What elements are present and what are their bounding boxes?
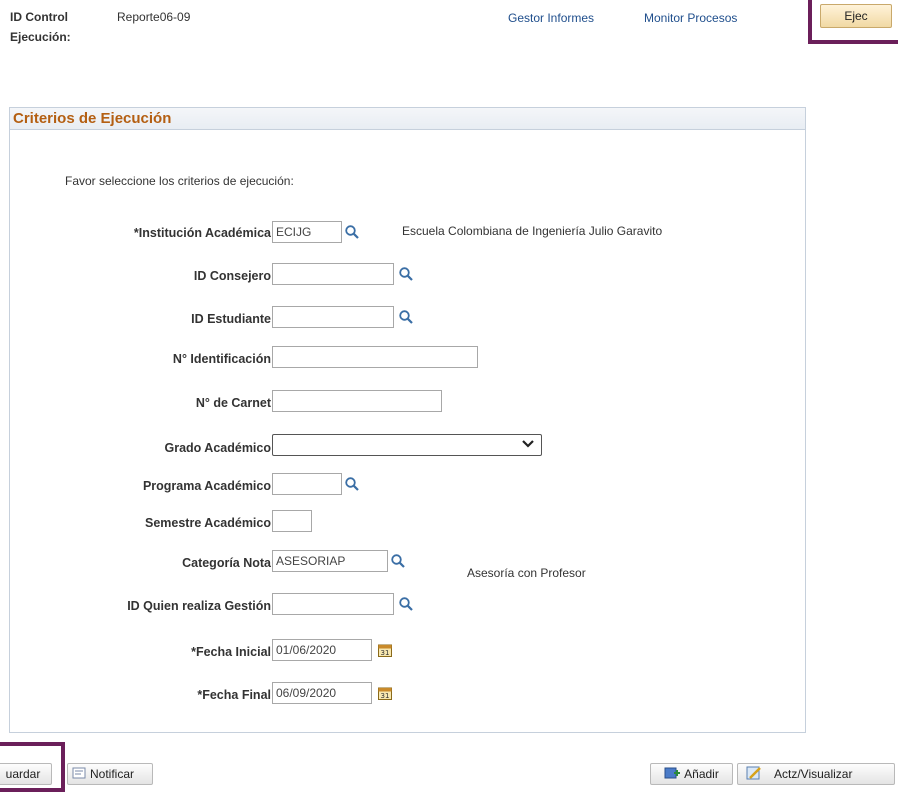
institution-label: *Institución Académica xyxy=(133,226,271,240)
add-icon xyxy=(664,766,681,783)
note-category-lookup-icon[interactable] xyxy=(389,552,407,570)
notify-button[interactable]: Notificar xyxy=(67,763,153,785)
run-control-value: Reporte06-09 xyxy=(117,10,191,24)
add-button[interactable]: Añadir xyxy=(650,763,733,785)
edit-icon xyxy=(746,765,762,784)
academic-program-input[interactable] xyxy=(272,473,342,495)
operator-id-label: ID Quien realiza Gestión xyxy=(127,599,271,613)
operator-id-lookup-icon[interactable] xyxy=(397,595,415,613)
term-input[interactable] xyxy=(272,510,312,532)
card-number-label: N° de Carnet xyxy=(195,396,271,410)
card-number-input[interactable] xyxy=(272,390,442,412)
institution-description: Escuela Colombiana de Ingeniería Julio G… xyxy=(402,224,663,238)
end-date-input[interactable] xyxy=(272,682,372,704)
academic-program-lookup-icon[interactable] xyxy=(343,475,361,493)
student-id-label: ID Estudiante xyxy=(191,312,271,326)
svg-text:31: 31 xyxy=(381,649,390,657)
run-button-highlight xyxy=(808,0,898,44)
academic-career-select[interactable] xyxy=(272,434,542,456)
calendar-icon[interactable]: 31 xyxy=(376,684,394,702)
run-control-label: ID Control Ejecución: xyxy=(10,10,71,44)
run-criteria-section: Criterios de Ejecución xyxy=(9,107,806,733)
update-display-button[interactable]: Actz/Visualizar xyxy=(737,763,895,785)
academic-program-label: Programa Académico xyxy=(142,479,271,493)
chevron-down-icon xyxy=(521,438,535,453)
student-id-input[interactable] xyxy=(272,306,394,328)
notify-icon xyxy=(72,766,86,783)
instruction-text: Favor seleccione los criterios de ejecuc… xyxy=(65,174,294,188)
advisor-id-label: ID Consejero xyxy=(193,269,271,283)
note-category-input[interactable] xyxy=(272,550,388,572)
academic-career-label: Grado Académico xyxy=(164,441,271,455)
advisor-id-input[interactable] xyxy=(272,263,394,285)
institution-lookup-icon[interactable] xyxy=(343,223,361,241)
start-date-label: *Fecha Inicial xyxy=(191,645,271,659)
calendar-icon[interactable]: 31 xyxy=(376,641,394,659)
process-monitor-link[interactable]: Monitor Procesos xyxy=(644,11,737,25)
term-label: Semestre Académico xyxy=(145,516,271,530)
end-date-label: *Fecha Final xyxy=(197,688,271,702)
identification-input[interactable] xyxy=(272,346,478,368)
save-button-highlight xyxy=(0,742,65,792)
svg-text:31: 31 xyxy=(381,692,390,700)
start-date-input[interactable] xyxy=(272,639,372,661)
note-category-label: Categoría Nota xyxy=(182,556,271,570)
report-manager-link[interactable]: Gestor Informes xyxy=(508,11,594,25)
advisor-id-lookup-icon[interactable] xyxy=(397,265,415,283)
section-header: Criterios de Ejecución xyxy=(10,108,805,130)
student-id-lookup-icon[interactable] xyxy=(397,308,415,326)
identification-label: N° Identificación xyxy=(172,352,271,366)
operator-id-input[interactable] xyxy=(272,593,394,615)
institution-input[interactable] xyxy=(272,221,342,243)
section-title: Criterios de Ejecución xyxy=(13,110,172,127)
note-category-description: Asesoría con Profesor xyxy=(467,566,586,580)
